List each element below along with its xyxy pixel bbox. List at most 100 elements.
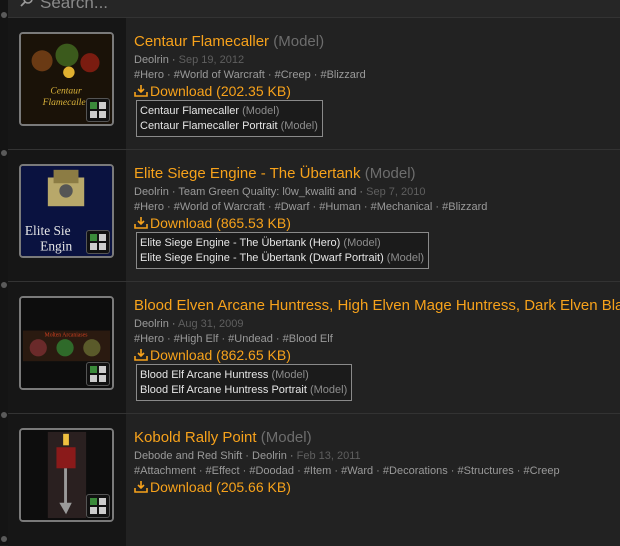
resource-meta: Deolrin · Team Green Quality: l0w_kwalit… bbox=[134, 186, 426, 198]
tag-link[interactable]: #Doodad bbox=[249, 465, 294, 477]
download-icon bbox=[134, 349, 148, 361]
tag-link[interactable]: #Human bbox=[319, 201, 361, 213]
resource-tags: #Attachment · #Effect · #Doodad · #Item … bbox=[134, 465, 560, 477]
file-name: Centaur Flamecaller Portrait bbox=[140, 120, 281, 132]
resource-thumbnail[interactable]: Centaur Flamecaller bbox=[19, 32, 114, 126]
download-label: Download (862.65 KB) bbox=[150, 347, 291, 363]
file-name: Elite Siege Engine - The Übertank (Hero) bbox=[140, 237, 344, 249]
rail-dot bbox=[1, 282, 7, 288]
tag-link[interactable]: #Effect bbox=[206, 465, 240, 477]
tag-link[interactable]: #Creep bbox=[524, 465, 560, 477]
rail-dot bbox=[1, 12, 7, 18]
resource-meta: Deolrin · Aug 31, 2009 bbox=[134, 318, 244, 330]
file-type: (Model) bbox=[242, 105, 280, 117]
resource-tags: #Hero · #World of Warcraft · #Creep · #B… bbox=[134, 69, 366, 81]
file-entry[interactable]: Elite Siege Engine - The Übertank (Hero)… bbox=[140, 236, 424, 251]
download-link[interactable]: Download (202.35 KB) bbox=[134, 83, 291, 99]
rail-dot bbox=[1, 412, 7, 418]
file-entry[interactable]: Blood Elf Arcane Huntress Portrait (Mode… bbox=[140, 383, 347, 398]
file-list: Centaur Flamecaller (Model) Centaur Flame… bbox=[136, 100, 323, 137]
file-type: (Model) bbox=[309, 384, 348, 396]
tag-link[interactable]: #Blizzard bbox=[442, 201, 487, 213]
file-type: (Model) bbox=[386, 252, 425, 264]
tag-link[interactable]: #Hero bbox=[134, 201, 164, 213]
file-name: Elite Siege Engine - The Übertank (Dwarf… bbox=[140, 252, 387, 264]
download-label: Download (205.66 KB) bbox=[150, 479, 291, 495]
tag-link[interactable]: #World of Warcraft bbox=[174, 201, 265, 213]
file-entry[interactable]: Centaur Flamecaller Portrait (Model) bbox=[140, 119, 318, 134]
file-entry[interactable]: Elite Siege Engine - The Übertank (Dwarf… bbox=[140, 251, 424, 266]
tag-link[interactable]: #Blood Elf bbox=[283, 333, 333, 345]
download-link[interactable]: Download (862.65 KB) bbox=[134, 347, 291, 363]
download-label: Download (865.53 KB) bbox=[150, 215, 291, 231]
resource-title-line: Blood Elven Arcane Huntress, High Elven … bbox=[134, 297, 620, 314]
resource-title[interactable]: Blood Elven Arcane Huntress, High Elven … bbox=[134, 297, 620, 314]
search-input[interactable] bbox=[40, 0, 340, 15]
download-link[interactable]: Download (865.53 KB) bbox=[134, 215, 291, 231]
tag-link[interactable]: #Ward bbox=[341, 465, 373, 477]
thumb-caption: Elite Sie bbox=[25, 223, 71, 238]
resource-meta: Deolrin · Sep 19, 2012 bbox=[134, 54, 245, 66]
tag-link[interactable]: #Dwarf bbox=[275, 201, 310, 213]
resource-title[interactable]: Centaur Flamecaller bbox=[134, 33, 269, 50]
tag-link[interactable]: #High Elf bbox=[174, 333, 219, 345]
resource-title-line: Kobold Rally Point (Model) bbox=[134, 429, 312, 446]
tag-link[interactable]: #Item bbox=[304, 465, 332, 477]
file-name: Blood Elf Arcane Huntress Portrait bbox=[140, 384, 310, 396]
tag-link[interactable]: #Decorations bbox=[383, 465, 448, 477]
resource-author[interactable]: Deolrin · Team Green Quality: l0w_kwalit… bbox=[134, 186, 356, 198]
tag-link[interactable]: #World of Warcraft bbox=[174, 69, 265, 81]
resource-date: Feb 13, 2011 bbox=[296, 450, 361, 462]
file-list: Elite Siege Engine - The Übertank (Hero)… bbox=[136, 232, 430, 269]
file-entry[interactable]: Centaur Flamecaller (Model) bbox=[140, 104, 318, 119]
resource-title-line: Elite Siege Engine - The Übertank (Model… bbox=[134, 165, 416, 182]
model-file-icon bbox=[86, 98, 110, 122]
resource-title[interactable]: Kobold Rally Point bbox=[134, 429, 257, 446]
download-link[interactable]: Download (205.66 KB) bbox=[134, 479, 291, 495]
tag-link[interactable]: #Hero bbox=[134, 69, 164, 81]
tag-link[interactable]: #Mechanical bbox=[371, 201, 433, 213]
download-icon bbox=[134, 481, 148, 493]
resource-tags: #Hero · #High Elf · #Undead · #Blood Elf bbox=[134, 333, 333, 345]
model-file-icon bbox=[86, 494, 110, 518]
resource-thumbnail[interactable]: Elite Sie Engin bbox=[19, 164, 114, 258]
file-name: Centaur Flamecaller bbox=[140, 105, 243, 117]
model-file-icon bbox=[86, 362, 110, 386]
tag-link[interactable]: #Hero bbox=[134, 333, 164, 345]
resource-date: Sep 19, 2012 bbox=[178, 54, 245, 66]
thumb-caption: Flamecaller bbox=[42, 97, 90, 108]
resource-type: (Model) bbox=[273, 33, 325, 50]
tag-link[interactable]: #Attachment bbox=[134, 465, 196, 477]
resource-author[interactable]: Deolrin bbox=[134, 54, 169, 66]
list-item: Kobold Rally Point (Model) Debode and Re… bbox=[8, 413, 620, 546]
download-icon bbox=[134, 85, 148, 97]
resource-type: (Model) bbox=[260, 429, 312, 446]
resource-date: Aug 31, 2009 bbox=[178, 318, 244, 330]
tag-link[interactable]: #Structures bbox=[458, 465, 514, 477]
resource-thumbnail[interactable] bbox=[19, 428, 114, 522]
tag-link[interactable]: #Undead bbox=[228, 333, 273, 345]
rail-dot bbox=[1, 150, 7, 156]
resource-author[interactable]: Deolrin bbox=[134, 318, 169, 330]
rail-dot bbox=[1, 536, 7, 542]
resource-thumbnail[interactable]: Molten Arcaniases bbox=[19, 296, 114, 390]
download-label: Download (202.35 KB) bbox=[150, 83, 291, 99]
resource-meta: Debode and Red Shift · Deolrin · Feb 13,… bbox=[134, 450, 361, 462]
resource-tags: #Hero · #World of Warcraft · #Dwarf · #H… bbox=[134, 201, 488, 213]
search-bar bbox=[8, 0, 620, 17]
file-type: (Model) bbox=[280, 120, 318, 132]
download-icon bbox=[134, 217, 148, 229]
file-type: (Model) bbox=[271, 369, 309, 381]
search-icon bbox=[20, 0, 33, 7]
file-name: Blood Elf Arcane Huntress bbox=[140, 369, 272, 381]
tag-link[interactable]: #Blizzard bbox=[320, 69, 365, 81]
thumb-caption: Engin bbox=[40, 238, 72, 253]
tag-link[interactable]: #Creep bbox=[275, 69, 311, 81]
file-list: Blood Elf Arcane Huntress (Model) Blood E… bbox=[136, 364, 353, 401]
thumb-caption: Molten Arcaniases bbox=[45, 332, 89, 338]
resource-date: Sep 7, 2010 bbox=[366, 186, 426, 198]
resource-author[interactable]: Debode and Red Shift · Deolrin bbox=[134, 450, 287, 462]
file-type: (Model) bbox=[343, 237, 381, 249]
resource-title[interactable]: Elite Siege Engine - The Übertank bbox=[134, 165, 361, 182]
file-entry[interactable]: Blood Elf Arcane Huntress (Model) bbox=[140, 368, 347, 383]
